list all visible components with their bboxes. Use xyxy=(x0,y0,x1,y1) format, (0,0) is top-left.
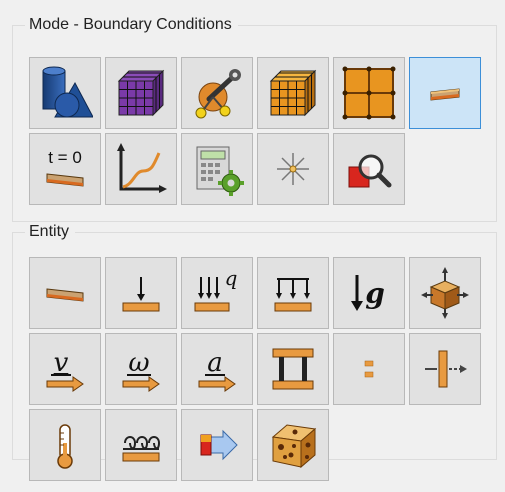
temperature-button[interactable] xyxy=(29,409,101,481)
mesh-cube-icon xyxy=(113,65,169,121)
point-load-button[interactable] xyxy=(105,257,177,329)
constraint-icon xyxy=(265,341,321,397)
body-force-button[interactable] xyxy=(409,257,481,329)
entity-group-title: Entity xyxy=(25,222,76,242)
boundary-conditions-icon xyxy=(417,65,473,121)
boundary-conditions-button[interactable] xyxy=(409,57,481,129)
wrench-settings-icon xyxy=(189,65,245,121)
heat-flux-label: q xyxy=(225,266,238,290)
geometry-button[interactable] xyxy=(29,57,101,129)
gravity-label: g xyxy=(365,277,385,310)
calculator-gear-icon xyxy=(189,141,245,197)
velocity-icon: v xyxy=(37,341,93,397)
sparkle-icon xyxy=(265,141,321,197)
curve-graph-button[interactable] xyxy=(105,133,177,205)
orange-mesh-cube-icon xyxy=(265,65,321,121)
distributed-heat-icon: q xyxy=(189,265,245,321)
velocity-button[interactable]: v xyxy=(29,333,101,405)
initial-conditions-button[interactable]: t = 0 xyxy=(29,133,101,205)
initial-conditions-icon: t = 0 xyxy=(37,141,93,197)
body-force-icon xyxy=(417,265,473,321)
thermometer-icon xyxy=(37,417,93,473)
mesh-cube-button[interactable] xyxy=(105,57,177,129)
calculator-button[interactable] xyxy=(181,133,253,205)
distributed-load-button[interactable] xyxy=(257,257,329,329)
gravity-button[interactable]: g xyxy=(333,257,405,329)
contact-button[interactable] xyxy=(333,333,405,405)
grid-nodes-button[interactable] xyxy=(333,57,405,129)
angular-velocity-icon: ω xyxy=(113,341,169,397)
curve-graph-icon xyxy=(113,141,169,197)
magnifier-shape-icon xyxy=(341,141,397,197)
porous-material-button[interactable] xyxy=(257,409,329,481)
acceleration-button[interactable]: a xyxy=(181,333,253,405)
geometry-icon xyxy=(37,65,93,121)
porous-material-icon xyxy=(265,417,321,473)
sparkle-button[interactable] xyxy=(257,133,329,205)
flow-button[interactable] xyxy=(181,409,253,481)
gravity-icon: g xyxy=(341,265,397,321)
distributed-load-icon xyxy=(265,265,321,321)
inspect-button[interactable] xyxy=(333,133,405,205)
heat-flux-button[interactable]: q xyxy=(181,257,253,329)
angular-velocity-button[interactable]: ω xyxy=(105,333,177,405)
convection-button[interactable] xyxy=(105,409,177,481)
symmetry-button[interactable] xyxy=(409,333,481,405)
beam-icon xyxy=(37,265,93,321)
velocity-label: v xyxy=(54,348,69,378)
settings-button[interactable] xyxy=(181,57,253,129)
mode-group-title: Mode - Boundary Conditions xyxy=(25,15,238,35)
convection-icon xyxy=(113,417,169,473)
symmetry-icon xyxy=(417,341,473,397)
beam-button[interactable] xyxy=(29,257,101,329)
initial-conditions-label: t = 0 xyxy=(48,148,82,167)
grid-nodes-icon xyxy=(341,65,397,121)
contact-icon xyxy=(341,341,397,397)
orange-mesh-button[interactable] xyxy=(257,57,329,129)
constraint-button[interactable] xyxy=(257,333,329,405)
angular-velocity-label: ω xyxy=(128,348,149,378)
acceleration-label: a xyxy=(207,348,223,378)
flow-arrow-icon xyxy=(189,417,245,473)
point-load-icon xyxy=(113,265,169,321)
acceleration-icon: a xyxy=(189,341,245,397)
